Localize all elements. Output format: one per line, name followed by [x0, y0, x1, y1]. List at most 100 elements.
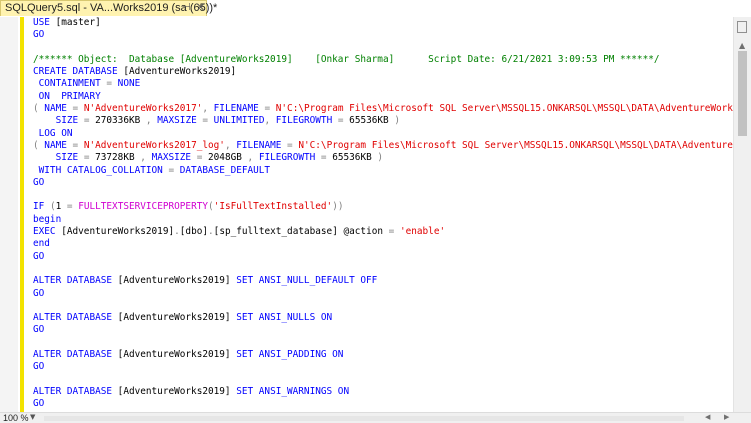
code-line[interactable]: /****** Object: Database [AdventureWorks…	[33, 54, 733, 66]
code-line[interactable]	[33, 300, 733, 312]
code-line[interactable]: GO	[33, 29, 733, 41]
code-line[interactable]: GO	[33, 288, 733, 300]
code-token: FULLTEXTSERVICEPROPERTY	[78, 201, 209, 213]
close-icon[interactable]: ✕	[196, 1, 205, 14]
code-token: CONTAINMENT	[33, 78, 107, 90]
scroll-left-icon[interactable]: ◀	[705, 413, 710, 421]
split-window-icon[interactable]	[737, 21, 747, 33]
code-token: GO	[33, 29, 45, 41]
code-line[interactable]: GO	[33, 398, 733, 410]
code-token: 73728KB	[95, 152, 141, 164]
code-line[interactable]: LOG ON	[33, 128, 733, 140]
code-token: =	[202, 115, 214, 127]
code-token: ,	[145, 115, 158, 127]
code-line[interactable]: SIZE = 73728KB , MAXSIZE = 2048GB , FILE…	[33, 152, 733, 164]
code-token: GO	[33, 324, 45, 336]
code-token: USE	[33, 17, 56, 28]
code-token: N'C:\Program Files\Microsoft SQL Server\…	[298, 139, 733, 151]
code-token: NAME	[44, 103, 73, 115]
code-line[interactable]: ( NAME = N'AdventureWorks2017_log', FILE…	[33, 140, 733, 152]
code-token: =	[320, 152, 333, 164]
scroll-up-icon[interactable]: ▲	[739, 41, 745, 50]
code-line[interactable]: ALTER DATABASE [AdventureWorks2019] SET …	[33, 349, 733, 361]
editor-gutter	[0, 17, 18, 412]
code-token: FILEGROWTH	[275, 115, 338, 127]
code-token: ))	[332, 201, 344, 213]
code-token: 2048GB	[208, 152, 248, 164]
code-token: ,	[264, 115, 276, 127]
code-area[interactable]: USE [master] GO /****** Object: Database …	[33, 17, 733, 411]
vertical-scrollbar[interactable]: ▲	[733, 17, 751, 412]
code-token: [AdventureWorks2019]	[117, 385, 237, 397]
code-token: NONE	[117, 78, 141, 90]
code-token: =	[168, 164, 180, 176]
code-token: =	[196, 152, 209, 164]
code-line[interactable]: SIZE = 270336KB , MAXSIZE = UNLIMITED, F…	[33, 115, 733, 127]
query-editor[interactable]: USE [master] GO /****** Object: Database …	[0, 17, 733, 412]
code-line[interactable]: GO	[33, 361, 733, 373]
code-token: GO	[33, 361, 45, 373]
code-token: ON PRIMARY	[33, 90, 101, 102]
code-line[interactable]: CONTAINMENT = NONE	[33, 78, 733, 90]
scrollbar-thumb[interactable]	[738, 51, 747, 136]
code-token: (	[33, 139, 45, 151]
code-line[interactable]: ALTER DATABASE [AdventureWorks2019] SET …	[33, 312, 733, 324]
code-token: ,	[202, 103, 214, 115]
code-token: GO	[33, 398, 45, 410]
code-token: ALTER DATABASE	[33, 349, 118, 361]
code-token: ,	[140, 152, 152, 164]
code-token: =	[83, 115, 96, 127]
code-token: =	[72, 139, 84, 151]
code-token: (	[33, 103, 45, 115]
chevron-down-icon[interactable]: ▼	[30, 413, 35, 421]
code-line[interactable]: WITH CATALOG_COLLATION = DATABASE_DEFAUL…	[33, 165, 733, 177]
code-line[interactable]: IF (1 = FULLTEXTSERVICEPROPERTY('IsFullT…	[33, 201, 733, 213]
code-token: CREATE DATABASE	[33, 66, 124, 78]
code-token: 'IsFullTextInstalled'	[213, 201, 333, 213]
code-token: N'C:\Program Files\Microsoft SQL Server\…	[275, 103, 733, 115]
code-token: SIZE	[33, 152, 84, 164]
code-token: SET ANSI_PADDING ON	[236, 349, 344, 361]
code-line[interactable]: ON PRIMARY	[33, 91, 733, 103]
code-token: GO	[33, 287, 45, 299]
code-line[interactable]: end	[33, 238, 733, 250]
code-token: SET ANSI_NULL_DEFAULT OFF	[236, 275, 378, 287]
code-token: WITH CATALOG_COLLATION	[33, 164, 169, 176]
code-token: FILEGROWTH	[258, 152, 321, 164]
code-token: NAME	[44, 139, 73, 151]
code-token: =	[264, 103, 276, 115]
code-line[interactable]: GO	[33, 177, 733, 189]
editor-status-bar: 100 % ▼ ◀ ▶	[0, 412, 751, 423]
code-token: MAXSIZE	[151, 152, 197, 164]
code-line[interactable]	[33, 374, 733, 386]
scroll-right-icon[interactable]: ▶	[724, 413, 729, 421]
code-token: )	[394, 115, 400, 127]
document-tab[interactable]: SQLQuery5.sql - VA...Works2019 (sa (65))…	[0, 0, 217, 16]
code-token: ALTER DATABASE	[33, 312, 118, 324]
code-token: /****** Object: Database [AdventureWorks…	[33, 53, 660, 65]
code-line[interactable]: CREATE DATABASE [AdventureWorks2019]	[33, 66, 733, 78]
code-token: =	[66, 201, 79, 213]
code-token: [master]	[55, 17, 101, 28]
code-token: ALTER DATABASE	[33, 275, 118, 287]
code-line[interactable]: begin	[33, 214, 733, 226]
code-line[interactable]	[33, 42, 733, 54]
code-token: N'AdventureWorks2017_log'	[83, 139, 225, 151]
code-token: end	[33, 238, 50, 250]
code-line[interactable]	[33, 263, 733, 275]
pin-icon[interactable]: ⊣	[182, 2, 191, 13]
code-line[interactable]: GO	[33, 324, 733, 336]
code-line[interactable]: USE [master]	[33, 17, 733, 29]
horizontal-scrollbar[interactable]	[44, 416, 684, 421]
code-line[interactable]	[33, 189, 733, 201]
zoom-level[interactable]: 100 %	[3, 413, 29, 423]
code-line[interactable]: EXEC [AdventureWorks2019].[dbo].[sp_full…	[33, 226, 733, 238]
code-line[interactable]	[33, 337, 733, 349]
code-token: 1	[55, 201, 67, 213]
code-line[interactable]: GO	[33, 251, 733, 263]
code-line[interactable]: ( NAME = N'AdventureWorks2017', FILENAME…	[33, 103, 733, 115]
change-tracking-bar	[20, 17, 24, 412]
code-line[interactable]: ALTER DATABASE [AdventureWorks2019] SET …	[33, 275, 733, 287]
code-token: GO	[33, 176, 45, 188]
code-line[interactable]: ALTER DATABASE [AdventureWorks2019] SET …	[33, 386, 733, 398]
